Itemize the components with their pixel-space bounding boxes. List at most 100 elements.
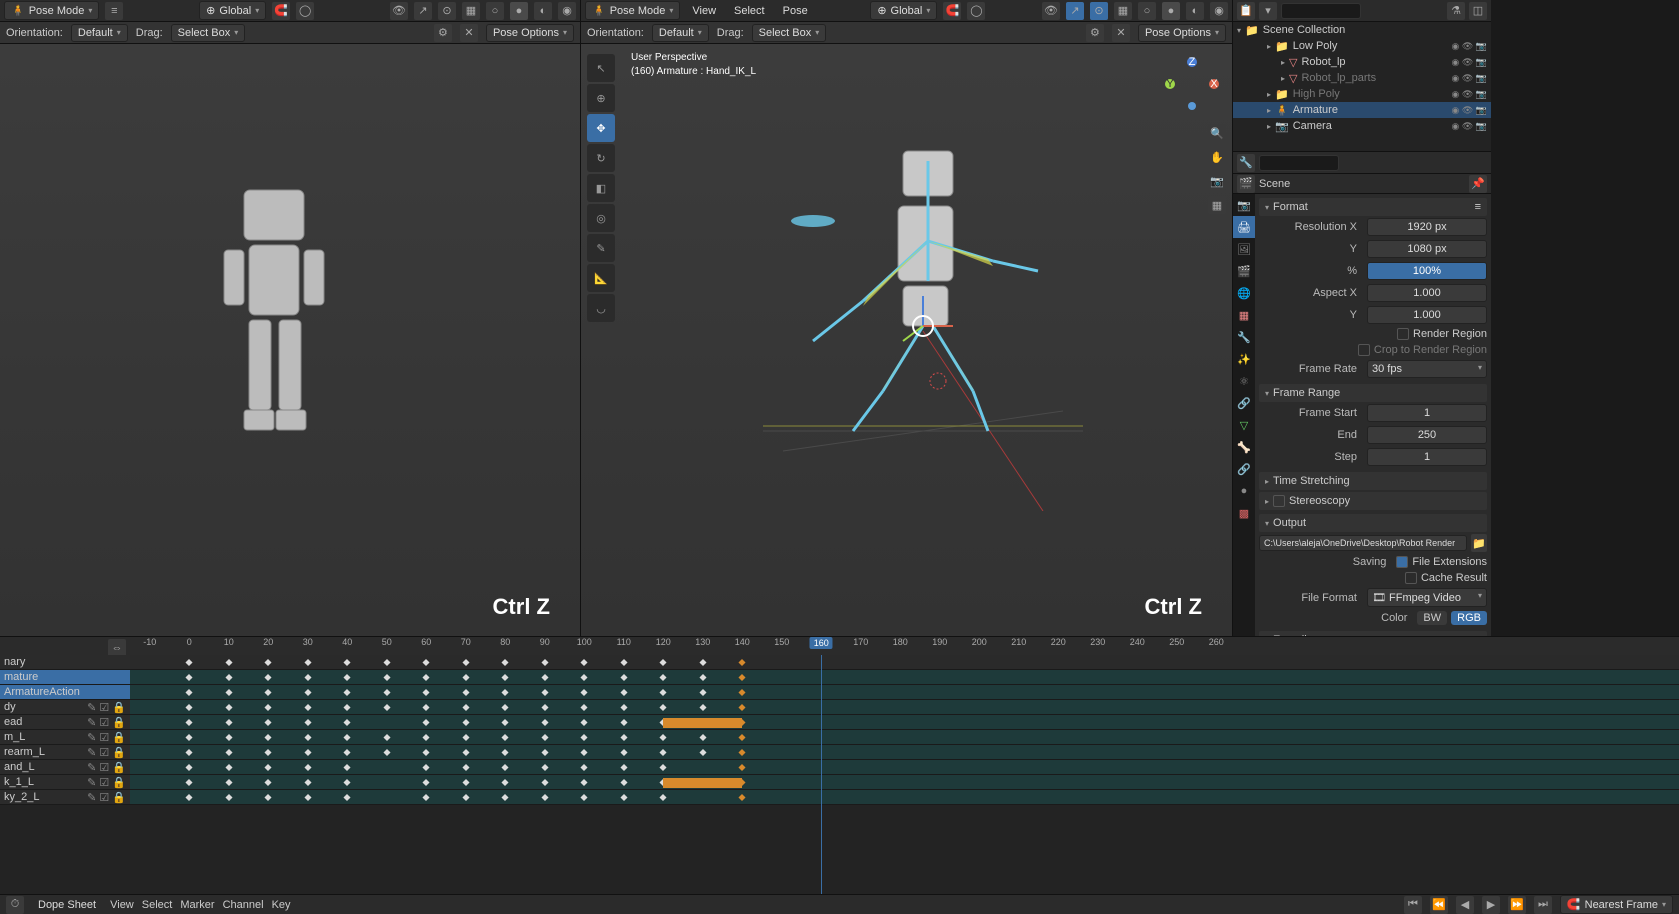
timeline-ruler[interactable]: ⇔ -1001020304050607080901001101201301401…: [0, 637, 1679, 655]
keyframe[interactable]: [541, 764, 548, 771]
keyframe[interactable]: [581, 689, 588, 696]
jump-end-icon[interactable]: ⏭: [1534, 896, 1552, 914]
keyframe[interactable]: [423, 659, 430, 666]
cursor-tool[interactable]: ↖: [587, 54, 615, 82]
keyframe[interactable]: [502, 704, 509, 711]
drag-value-dropdown-r[interactable]: Select Box ▾: [752, 24, 827, 42]
keyframe[interactable]: [620, 779, 627, 786]
shading-matprev-icon[interactable]: ◐: [1186, 2, 1204, 20]
tab-boneconst[interactable]: 🔗: [1233, 458, 1255, 480]
keyframe[interactable]: [304, 659, 311, 666]
orientation-value-dropdown-r[interactable]: Default ▾: [652, 24, 709, 42]
tab-output[interactable]: 🖨: [1233, 216, 1255, 238]
keyframe[interactable]: [581, 794, 588, 801]
keyframe[interactable]: [225, 719, 232, 726]
menu-marker[interactable]: Marker: [180, 899, 214, 911]
keyframe[interactable]: [186, 794, 193, 801]
keyframe[interactable]: [225, 749, 232, 756]
res-pct-input[interactable]: 100%: [1367, 262, 1487, 280]
keyframe[interactable]: [265, 704, 272, 711]
color-bw-button[interactable]: BW: [1417, 611, 1447, 625]
keyframe[interactable]: [699, 734, 706, 741]
keyframe[interactable]: [265, 779, 272, 786]
keyframe[interactable]: [344, 749, 351, 756]
tab-modifier[interactable]: 🔧: [1233, 326, 1255, 348]
keyframe[interactable]: [383, 659, 390, 666]
keyframe[interactable]: [541, 704, 548, 711]
jump-next-icon[interactable]: ⏩: [1508, 896, 1526, 914]
keyframe[interactable]: [225, 689, 232, 696]
keyframe[interactable]: [502, 764, 509, 771]
shading-wire-icon[interactable]: ○: [486, 2, 504, 20]
keyframe[interactable]: [581, 749, 588, 756]
channel-label[interactable]: m_L✎ ☑ 🔒: [0, 730, 130, 744]
zoom-icon[interactable]: 🔍: [1208, 124, 1226, 142]
keyframe[interactable]: [225, 794, 232, 801]
keyframe[interactable]: [225, 704, 232, 711]
visibility-icon[interactable]: 👁: [1042, 2, 1060, 20]
gizmo-toggle-icon[interactable]: ↗: [1066, 2, 1084, 20]
tab-particle[interactable]: ✨: [1233, 348, 1255, 370]
hamburger-icon[interactable]: ≡: [105, 2, 123, 20]
keyframe[interactable]: [739, 674, 746, 681]
keyframe[interactable]: [660, 749, 667, 756]
channel-label[interactable]: mature: [0, 670, 130, 684]
timeline-channel-row[interactable]: mature: [0, 670, 1679, 685]
keyframe[interactable]: [620, 704, 627, 711]
tab-material[interactable]: ●: [1233, 480, 1255, 502]
tab-data[interactable]: ▽: [1233, 414, 1255, 436]
keyframe[interactable]: [265, 794, 272, 801]
section-format[interactable]: ▾ Format≡: [1259, 198, 1487, 216]
keyframe[interactable]: [225, 659, 232, 666]
keyframe[interactable]: [620, 659, 627, 666]
props-search[interactable]: [1259, 155, 1339, 171]
keyframe[interactable]: [660, 794, 667, 801]
keyframe[interactable]: [265, 749, 272, 756]
tab-viewlayer[interactable]: 🖼: [1233, 238, 1255, 260]
keyframe[interactable]: [423, 674, 430, 681]
tab-scene[interactable]: 🎬: [1233, 260, 1255, 282]
keyframe[interactable]: [581, 704, 588, 711]
keyframe[interactable]: [383, 674, 390, 681]
orientation-dropdown-r[interactable]: ⊕ Global ▾: [870, 1, 937, 20]
xray-icon[interactable]: ▦: [462, 2, 480, 20]
keyframe[interactable]: [304, 779, 311, 786]
keyframe[interactable]: [344, 674, 351, 681]
transform-tool[interactable]: ◎: [587, 204, 615, 232]
keyframe[interactable]: [581, 719, 588, 726]
keyframe[interactable]: [620, 764, 627, 771]
tab-texture[interactable]: ▩: [1233, 502, 1255, 524]
keyframe[interactable]: [620, 719, 627, 726]
persp-icon[interactable]: ▦: [1208, 196, 1226, 214]
channel-keys[interactable]: [130, 760, 1679, 774]
menu-key[interactable]: Key: [272, 899, 291, 911]
file-ext-check[interactable]: [1396, 556, 1408, 568]
editor-type-dopesheet-icon[interactable]: ⏱: [6, 896, 24, 914]
frame-end-input[interactable]: 250: [1367, 426, 1487, 444]
keyframe[interactable]: [502, 749, 509, 756]
channel-keys[interactable]: [130, 670, 1679, 684]
keyframe[interactable]: [581, 674, 588, 681]
timeline-editor[interactable]: ⇔ -1001020304050607080901001101201301401…: [0, 636, 1679, 914]
keyframe[interactable]: [344, 689, 351, 696]
cursor3d-tool[interactable]: ⊕: [587, 84, 615, 112]
file-format-dropdown[interactable]: 🎞 FFmpeg Video ▾: [1367, 588, 1487, 607]
keyframe[interactable]: [739, 689, 746, 696]
aspect-y-input[interactable]: 1.000: [1367, 306, 1487, 324]
keyframe[interactable]: [186, 764, 193, 771]
shading-solid-icon[interactable]: ●: [1162, 2, 1180, 20]
keyframe[interactable]: [581, 734, 588, 741]
keyframe[interactable]: [660, 764, 667, 771]
timeline-channel-row[interactable]: ead✎ ☑ 🔒: [0, 715, 1679, 730]
section-stereoscopy[interactable]: ▸ Stereoscopy: [1259, 492, 1487, 510]
shading-render-icon[interactable]: ◉: [558, 2, 576, 20]
keyframe[interactable]: [186, 749, 193, 756]
overlay-toggle-icon[interactable]: ⊙: [438, 2, 456, 20]
channel-keys[interactable]: [130, 685, 1679, 699]
keyframe[interactable]: [304, 764, 311, 771]
keyframe[interactable]: [225, 674, 232, 681]
keyframe[interactable]: [739, 734, 746, 741]
keyframe[interactable]: [265, 659, 272, 666]
snap-nearest-dropdown[interactable]: 🧲 Nearest Frame ▾: [1560, 895, 1673, 914]
keyframe[interactable]: [462, 734, 469, 741]
